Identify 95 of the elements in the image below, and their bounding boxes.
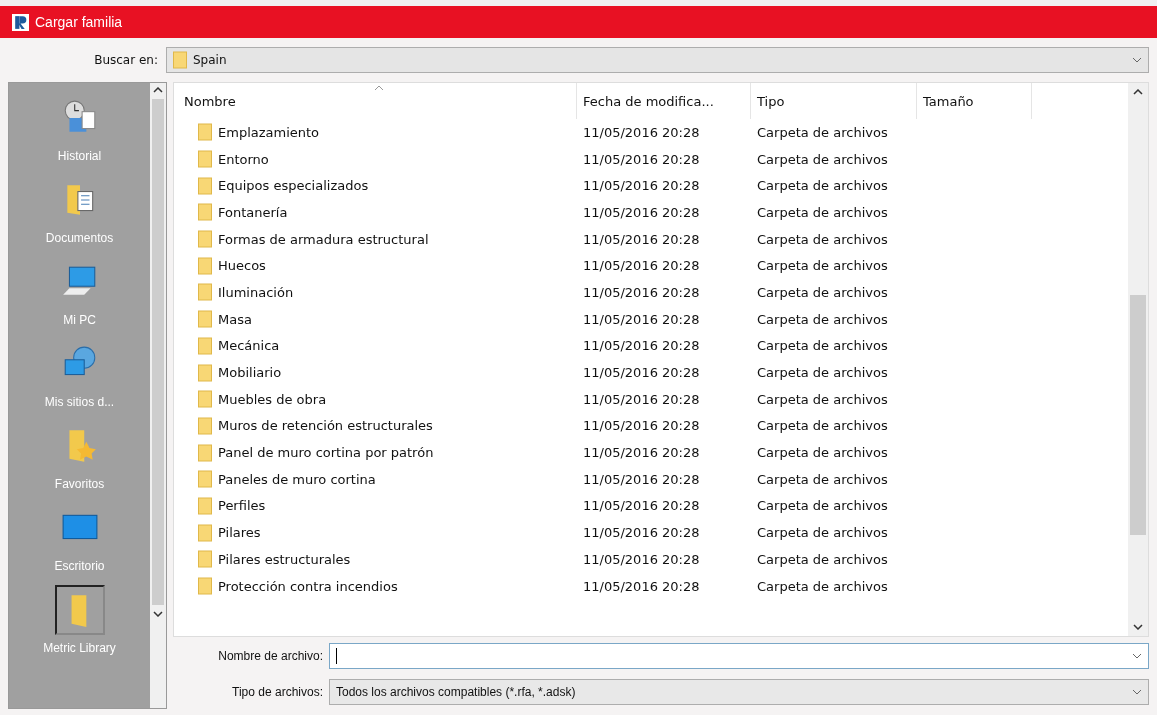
caret-icon <box>1132 689 1142 695</box>
table-cell: Carpeta de archivos <box>757 418 888 434</box>
column-header[interactable]: Nombre <box>174 83 577 119</box>
table-cell: Carpeta de archivos <box>757 178 888 194</box>
file-name[interactable]: Formas de armadura estructural <box>218 231 429 247</box>
file-name[interactable]: Pilares <box>218 525 261 541</box>
caret-icon <box>1132 57 1142 63</box>
table-cell: Carpeta de archivos <box>757 471 888 487</box>
scroll-up-icon <box>153 87 163 93</box>
file-name[interactable]: Fontanería <box>218 204 288 220</box>
table-cell: Carpeta de archivos <box>757 204 888 220</box>
table-cell: Carpeta de archivos <box>757 525 888 541</box>
table-cell: 11/05/2016 20:28 <box>583 311 700 327</box>
folder-icon <box>198 470 212 489</box>
folder-icon <box>198 203 212 222</box>
table-cell: Carpeta de archivos <box>757 365 888 381</box>
table-cell: Carpeta de archivos <box>757 498 888 514</box>
table-cell: 11/05/2016 20:28 <box>583 365 700 381</box>
table-cell: 11/05/2016 20:28 <box>583 498 700 514</box>
file-name-label: Nombre de archivo: <box>217 649 324 663</box>
folder-icon <box>198 390 212 409</box>
folder-icon <box>198 443 212 462</box>
table-cell: 11/05/2016 20:28 <box>583 391 700 407</box>
table-cell: 11/05/2016 20:28 <box>583 418 700 434</box>
scroll-down-icon <box>1133 624 1143 630</box>
column-header[interactable]: Tamaño <box>917 83 1032 119</box>
file-name[interactable]: Muros de retención estructurales <box>218 418 433 434</box>
scroll-up-icon <box>1133 89 1143 95</box>
table-cell: 11/05/2016 20:28 <box>583 551 700 567</box>
folder-icon <box>198 363 212 382</box>
folder-icon <box>198 256 212 275</box>
file-name[interactable]: Emplazamiento <box>218 124 320 140</box>
file-name[interactable]: Protección contra incendios <box>218 578 398 594</box>
file-name[interactable]: Mobiliario <box>218 365 282 381</box>
table-cell: 11/05/2016 20:28 <box>583 124 700 140</box>
table-cell: Carpeta de archivos <box>757 578 888 594</box>
file-name[interactable]: Iluminación <box>218 284 294 300</box>
table-cell: 11/05/2016 20:28 <box>583 151 700 167</box>
table-cell: 11/05/2016 20:28 <box>583 338 700 354</box>
folder-icon <box>198 523 212 542</box>
file-name-field[interactable] <box>329 643 1149 669</box>
table-cell: Carpeta de archivos <box>757 391 888 407</box>
table-cell: Carpeta de archivos <box>757 231 888 247</box>
table-cell: Carpeta de archivos <box>757 258 888 274</box>
file-name[interactable]: Equipos especializados <box>218 178 369 194</box>
file-name[interactable]: Paneles de muro cortina <box>218 471 376 487</box>
folder-icon <box>198 336 212 355</box>
column-header[interactable]: Tipo <box>751 83 917 119</box>
column-header[interactable]: Fecha de modifica... <box>577 83 751 119</box>
file-name[interactable]: Perfiles <box>218 498 266 514</box>
file-name[interactable]: Panel de muro cortina por patrón <box>218 445 434 461</box>
file-name[interactable]: Muebles de obra <box>218 391 327 407</box>
table-cell: 11/05/2016 20:28 <box>583 178 700 194</box>
table-cell: 11/05/2016 20:28 <box>583 204 700 220</box>
folder-icon <box>198 550 212 569</box>
file-type-label: Tipo de archivos: <box>231 685 324 699</box>
look-in-label: Buscar en: <box>93 53 158 67</box>
app-logo-icon <box>12 13 29 31</box>
table-cell: 11/05/2016 20:28 <box>583 445 700 461</box>
folder-icon <box>198 150 212 169</box>
look-in-dropdown[interactable]: Spain <box>166 47 1149 73</box>
folder-icon <box>198 123 212 142</box>
folder-icon <box>198 310 212 329</box>
folder-icon <box>173 51 187 69</box>
folder-icon <box>198 283 212 302</box>
file-type-dropdown[interactable]: Todos los archivos compatibles (*.rfa, *.adsk) <box>329 679 1149 705</box>
file-name[interactable]: Masa <box>218 311 252 327</box>
table-cell: 11/05/2016 20:28 <box>583 231 700 247</box>
window-title: Cargar familia <box>35 14 123 30</box>
table-cell: 11/05/2016 20:28 <box>583 258 700 274</box>
scrollbar[interactable] <box>150 83 166 708</box>
file-name[interactable]: Pilares estructurales <box>218 551 351 567</box>
table-cell: Carpeta de archivos <box>757 124 888 140</box>
table-cell: 11/05/2016 20:28 <box>583 578 700 594</box>
table-cell: 11/05/2016 20:28 <box>583 525 700 541</box>
file-name[interactable]: Huecos <box>218 258 266 274</box>
table-cell: Carpeta de archivos <box>757 284 888 300</box>
table-cell: 11/05/2016 20:28 <box>583 284 700 300</box>
table-cell: Carpeta de archivos <box>757 551 888 567</box>
folder-icon <box>198 496 212 515</box>
folder-icon <box>198 176 212 195</box>
folder-icon <box>198 416 212 435</box>
scrollbar[interactable] <box>1128 83 1148 636</box>
table-cell: Carpeta de archivos <box>757 311 888 327</box>
table-cell: Carpeta de archivos <box>757 151 888 167</box>
file-name[interactable]: Entorno <box>218 151 269 167</box>
table-cell: Carpeta de archivos <box>757 338 888 354</box>
scroll-down-icon <box>153 610 163 617</box>
table-cell: Carpeta de archivos <box>757 445 888 461</box>
file-name[interactable]: Mecánica <box>218 338 280 354</box>
table-cell: 11/05/2016 20:28 <box>583 471 700 487</box>
sort-up-icon <box>374 85 384 91</box>
caret-icon <box>1132 653 1142 659</box>
folder-icon <box>198 577 212 596</box>
folder-icon <box>198 230 212 249</box>
